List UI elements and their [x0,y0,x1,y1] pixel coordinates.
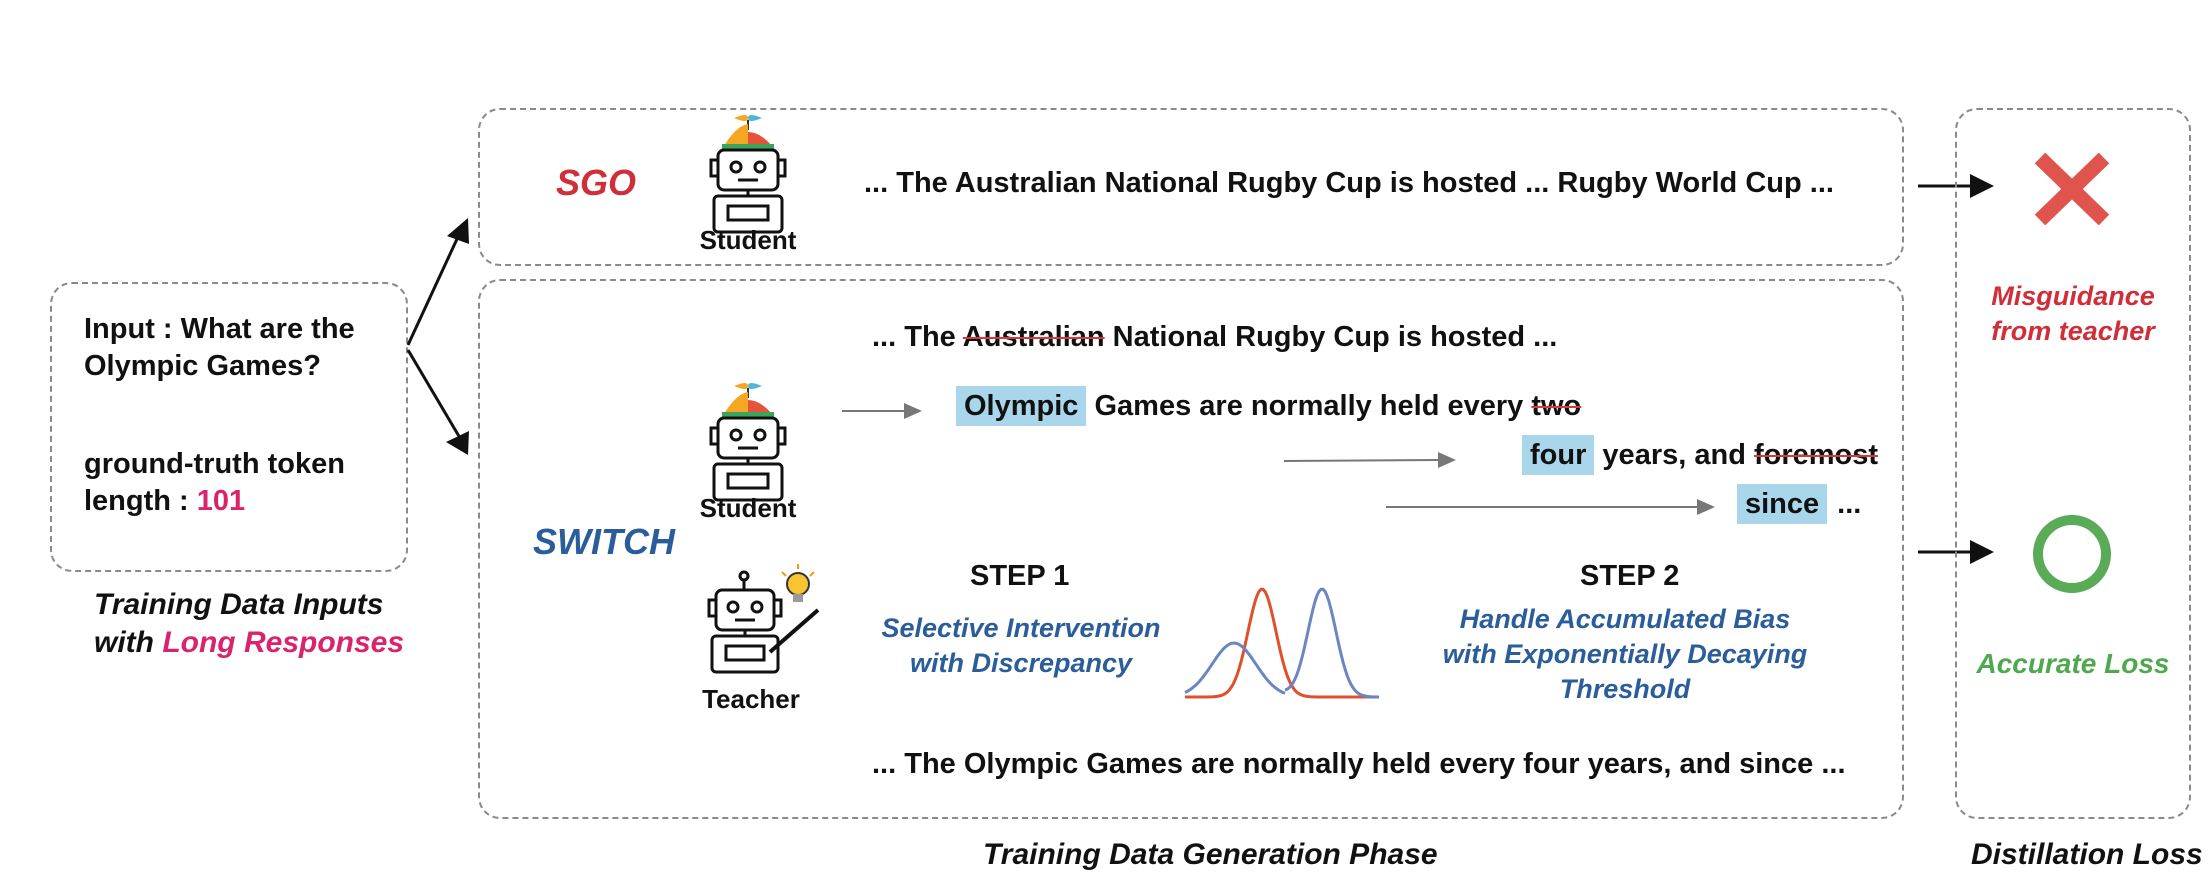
middle-caption: Training Data Generation Phase [983,838,1438,871]
misguidance-text: Misguidance from teacher [1960,279,2186,349]
left-caption-highlight: Long Responses [162,626,405,659]
ground-truth-length-value: 101 [196,485,246,517]
highlighted-token-four: four [1522,435,1595,475]
struck-token-australian: Australian [962,321,1105,353]
switch-line-top-suffix: National Rugby Cup is hosted ... [1104,321,1558,353]
sgo-student-label: Student [699,225,797,255]
switch-box [478,279,1904,819]
switch-line-top: ... The Australian National Rugby Cup is… [872,321,1557,354]
step2-desc-line2: with Exponentially Decaying [1442,639,1808,669]
switch-line-3-text: years, and [1594,439,1754,471]
fork-arrowhead-up [447,218,469,244]
highlighted-token-olympic: Olympic [956,386,1087,426]
switch-line-2-text: Games are normally held every [1086,390,1532,422]
switch-line-3: four years, and foremost [1522,435,1879,475]
teacher-label: Teacher [702,684,800,714]
input-question: Input : What are the Olympic Games? [84,313,355,382]
switch-line-top-prefix: ... The [872,321,963,353]
fork-arrowhead-down [446,431,469,455]
accurate-loss-text: Accurate Loss [1976,648,2170,679]
fork-arrow-down [406,349,462,439]
step2-title: STEP 2 [1580,560,1680,592]
switch-label: SWITCH [533,521,675,562]
step1-title: STEP 1 [970,560,1070,592]
left-caption-line2: with Long Responses [94,626,404,660]
left-caption-line2-prefix: with [94,626,163,659]
misguidance-line1: Misguidance [1991,281,2155,311]
step1-desc-line1: Selective Intervention [881,613,1161,643]
distillation-box [1955,108,2191,819]
ground-truth-length: ground-truth token length : 101 [84,446,394,520]
misguidance-line2: from teacher [1991,316,2155,346]
distillation-caption: Distillation Loss [1971,838,2203,871]
fork-arrow-up [406,225,465,346]
switch-line-4: since... [1737,484,1862,524]
switch-student-label: Student [699,493,797,523]
struck-token-foremost: foremost [1753,439,1879,471]
step2-desc-line1: Handle Accumulated Bias [1459,604,1791,634]
highlighted-token-since: since [1737,484,1828,524]
switch-final-sentence: ... The Olympic Games are normally held … [872,748,1846,780]
sgo-sentence: ... The Australian National Rugby Cup is… [864,167,1834,199]
switch-line-4-text: ... [1837,488,1862,520]
step2-description: Handle Accumulated Bias with Exponential… [1440,602,1810,707]
step1-desc-line2: with Discrepancy [909,648,1133,678]
struck-token-two: two [1531,390,1582,422]
step1-description: Selective Intervention with Discrepancy [866,611,1176,681]
switch-line-2: Olympic Games are normally held every tw… [956,386,1582,426]
left-caption-line1: Training Data Inputs [94,588,384,621]
step2-desc-line3: Threshold [1559,674,1691,704]
sgo-label: SGO [556,162,637,203]
